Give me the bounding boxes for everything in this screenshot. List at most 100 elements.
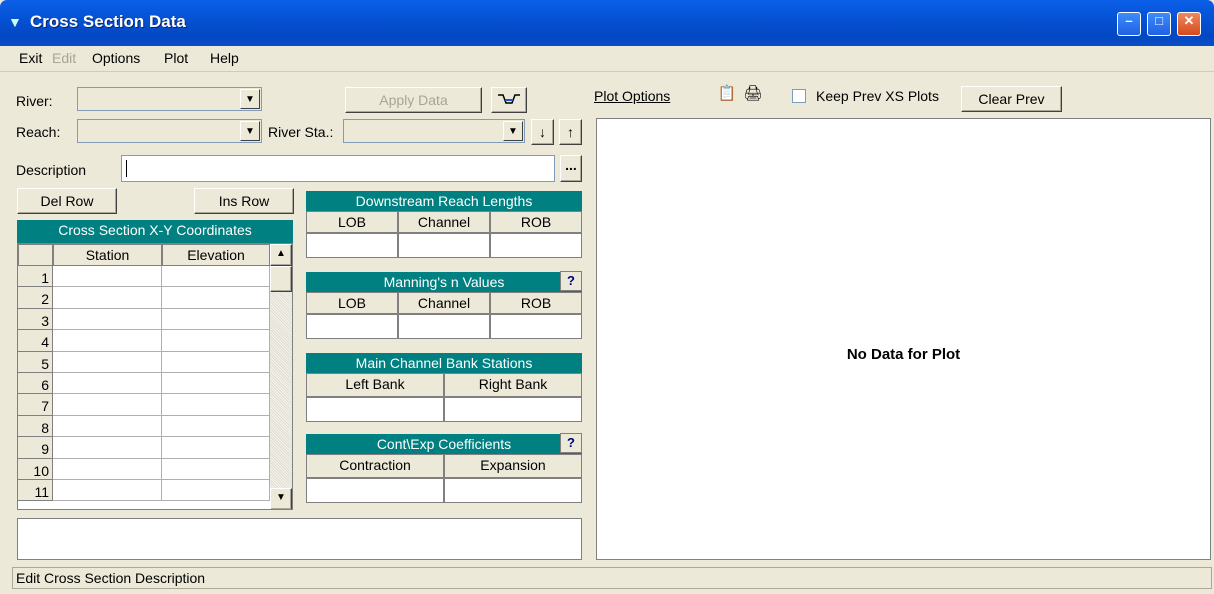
station-cell[interactable] [53,458,162,480]
row-number[interactable]: 4 [18,330,53,352]
channel-shape-button[interactable] [491,87,527,113]
station-cell[interactable] [53,394,162,416]
row-number[interactable]: 7 [18,394,53,416]
menu-edit[interactable]: Edit [52,50,76,66]
row-number[interactable]: 2 [18,287,53,309]
description-ellipsis-button[interactable]: ... [560,155,582,182]
title-bar[interactable]: ▼ Cross Section Data – □ ✕ [0,0,1214,46]
left-bank-input[interactable] [306,397,444,422]
mannings-channel-input[interactable] [398,314,490,339]
elevation-cell[interactable] [162,351,270,373]
chevron-down-icon[interactable]: ▼ [240,121,260,141]
menu-exit[interactable]: Exit [19,50,42,66]
maximize-button[interactable]: □ [1147,12,1171,36]
station-cell[interactable] [53,437,162,459]
xy-table-title: Cross Section X-Y Coordinates [17,220,293,243]
station-cell[interactable] [53,287,162,309]
row-number[interactable]: 3 [18,308,53,331]
xy-coordinates-table[interactable]: Station Elevation 1 2 3 4 5 6 7 8 9 10 11 ▲ ▼ [17,243,293,510]
menu-options[interactable]: Options [92,50,140,66]
plot-area[interactable]: No Data for Plot [596,118,1211,560]
reach-channel-input[interactable] [398,233,490,258]
row-number[interactable]: 6 [18,373,53,395]
elevation-cell[interactable] [162,287,270,309]
notes-textbox[interactable] [17,518,582,560]
elevation-cell[interactable] [162,394,270,416]
right-bank-header: Right Bank [444,373,582,397]
river-select[interactable]: ▼ [77,87,262,111]
expansion-input[interactable] [444,478,582,503]
print-icon[interactable]: 🖨 [742,84,764,106]
reach-lob-input[interactable] [306,233,398,258]
station-cell[interactable] [53,480,162,502]
elevation-cell[interactable] [162,458,270,480]
contraction-header: Contraction [306,454,444,478]
elevation-cell[interactable] [162,308,270,331]
close-button[interactable]: ✕ [1177,12,1201,36]
right-bank-input[interactable] [444,397,582,422]
coefficients-help-icon[interactable]: ? [560,433,582,453]
station-cell[interactable] [53,373,162,395]
elevation-cell[interactable] [162,266,270,288]
station-column-header: Station [53,244,162,266]
elevation-cell[interactable] [162,480,270,502]
mannings-rob-input[interactable] [490,314,582,339]
row-number[interactable]: 11 [18,480,53,502]
contraction-input[interactable] [306,478,444,503]
coefficients-title: Cont\Exp Coefficients [306,434,582,454]
reach-select[interactable]: ▼ [77,119,262,143]
scroll-up-icon[interactable]: ▲ [270,244,292,266]
row-number[interactable]: 10 [18,458,53,480]
app-icon: ▼ [8,14,22,30]
window-title: Cross Section Data [30,12,186,31]
mannings-channel-header: Channel [398,292,490,314]
coefficients-title-text: Cont\Exp Coefficients [376,436,512,452]
text-cursor [126,160,127,177]
up-arrow-button[interactable]: ↑ [559,119,582,145]
menu-bar: Exit Edit Options Plot Help [0,46,1214,72]
chevron-down-icon[interactable]: ▼ [503,121,523,141]
elevation-cell[interactable] [162,437,270,459]
keep-prev-checkbox[interactable] [792,89,806,103]
reach-label: Reach: [16,124,61,140]
menu-plot[interactable]: Plot [164,50,188,66]
mannings-title: Manning's n Values [306,272,582,292]
apply-data-button[interactable]: Apply Data [345,87,482,113]
del-row-button[interactable]: Del Row [17,188,117,214]
scroll-down-icon[interactable]: ▼ [270,488,292,509]
row-number[interactable]: 8 [18,415,53,438]
chevron-down-icon[interactable]: ▼ [240,89,260,109]
row-number[interactable]: 1 [18,266,53,288]
scroll-thumb[interactable] [270,266,292,292]
ins-row-button[interactable]: Ins Row [194,188,294,214]
row-number[interactable]: 9 [18,437,53,459]
description-input[interactable] [121,155,555,182]
river-sta-select[interactable]: ▼ [343,119,525,143]
no-data-message: No Data for Plot [846,346,961,363]
station-cell[interactable] [53,415,162,438]
mannings-help-icon[interactable]: ? [560,271,582,291]
cross-section-icon [498,94,520,104]
keep-prev-label: Keep Prev XS Plots [816,88,939,104]
reach-rob-input[interactable] [490,233,582,258]
plot-options-label[interactable]: Plot Options [594,88,670,104]
river-sta-label: River Sta.: [268,124,334,140]
station-cell[interactable] [53,266,162,288]
station-cell[interactable] [53,330,162,352]
station-cell[interactable] [53,351,162,373]
status-bar: Edit Cross Section Description [12,567,1212,589]
xy-table-scrollbar[interactable]: ▲ ▼ [270,244,292,509]
mannings-lob-input[interactable] [306,314,398,339]
row-header-corner [18,244,53,266]
row-number[interactable]: 5 [18,351,53,373]
down-arrow-button[interactable]: ↓ [531,119,554,145]
elevation-cell[interactable] [162,373,270,395]
clear-prev-button[interactable]: Clear Prev [961,86,1062,112]
menu-help[interactable]: Help [210,50,239,66]
elevation-cell[interactable] [162,415,270,438]
station-cell[interactable] [53,308,162,331]
minimize-button[interactable]: – [1117,12,1141,36]
river-label: River: [16,93,53,109]
copy-icon[interactable]: 📋 [716,84,738,106]
elevation-cell[interactable] [162,330,270,352]
